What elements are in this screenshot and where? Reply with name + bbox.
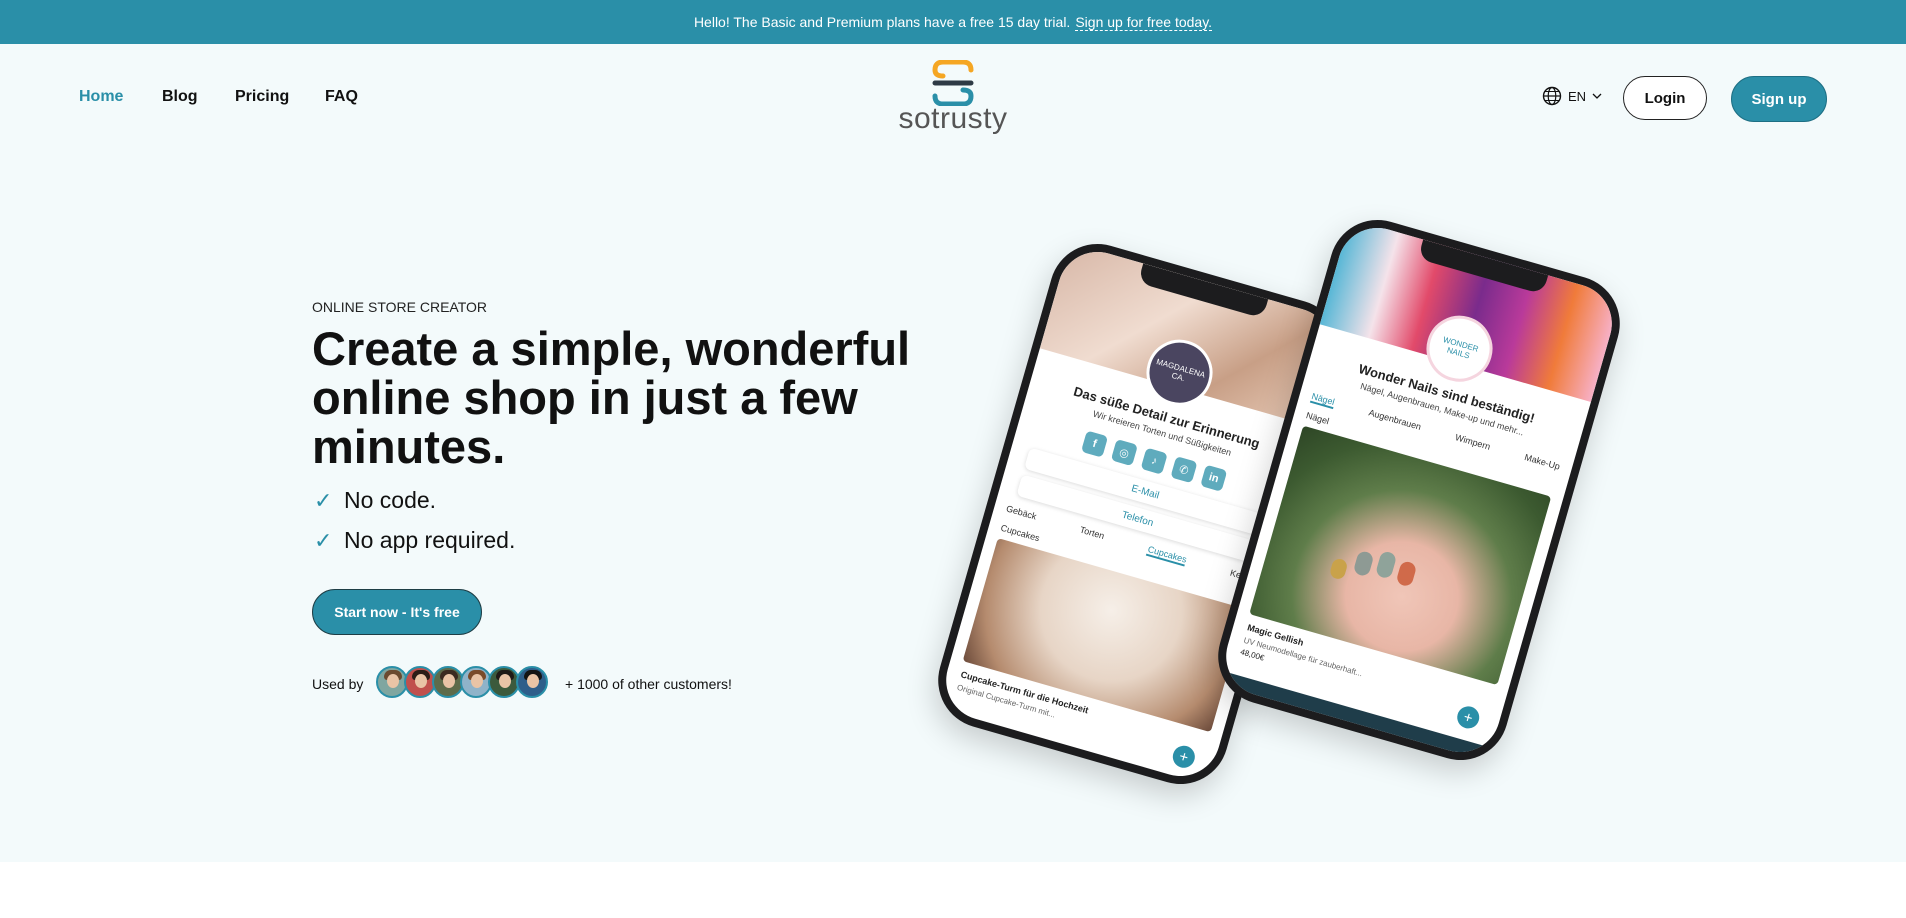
nav-blog[interactable]: Blog [162,88,198,106]
checkmark-icon: ✓ [314,527,333,553]
language-selector[interactable]: EN [1542,86,1602,106]
tab-gebaeck[interactable]: Gebäck [1005,503,1038,523]
language-label: EN [1568,88,1587,104]
section-title: Nägel [1304,410,1331,427]
add-to-cart-icon[interactable]: + [1454,703,1482,731]
whatsapp-icon[interactable]: ✆ [1170,456,1198,484]
feature-text: No code. [344,487,437,513]
nav-faq[interactable]: FAQ [325,88,358,106]
signup-button[interactable]: Sign up [1731,76,1827,122]
login-button[interactable]: Login [1623,76,1707,120]
feature-item: ✓ No code. [314,487,436,514]
used-by-label: Used by [312,676,364,692]
nail-swatch [1374,550,1398,580]
nail-swatch [1352,549,1375,578]
nav-home[interactable]: Home [79,88,123,106]
hero-section [0,44,1906,862]
nav-pricing[interactable]: Pricing [235,88,289,106]
nail-swatch [1328,557,1349,581]
feature-text: No app required. [344,527,516,553]
logo-mark-icon [932,59,974,107]
facebook-icon[interactable]: f [1080,430,1109,458]
feature-item: ✓ No app required. [314,527,515,554]
logo[interactable]: sotrusty [895,59,1011,136]
promo-banner: Hello! The Basic and Premium plans have … [0,0,1906,44]
avatar [516,666,548,698]
hero-eyebrow: ONLINE STORE CREATOR [312,299,488,315]
chevron-down-icon [1592,93,1602,99]
promo-text: Hello! The Basic and Premium plans have … [693,14,1071,30]
tiktok-icon[interactable]: ♪ [1140,447,1168,475]
nails-product-image[interactable] [1249,425,1552,686]
tab-naegel[interactable]: Nägel [1309,390,1336,410]
linkedin-icon[interactable]: in [1200,464,1228,492]
nail-swatch [1395,560,1418,588]
tab-augenbrauen[interactable]: Augenbrauen [1367,407,1423,433]
customers-count: + 1000 of other customers! [565,676,732,692]
start-now-button[interactable]: Start now - It's free [312,589,482,635]
promo-signup-link[interactable]: Sign up for free today. [1075,14,1213,31]
hero-headline: Create a simple, wonderful online shop i… [312,322,911,473]
tab-wimpern[interactable]: Wimpern [1454,432,1491,453]
logo-text: sotrusty [898,102,1008,135]
checkmark-icon: ✓ [314,487,333,513]
add-to-cart-icon[interactable]: + [1170,743,1198,771]
globe-icon [1542,86,1562,106]
tab-cupcakes[interactable]: Cupcakes [1146,544,1188,567]
instagram-icon[interactable]: ◎ [1110,438,1138,467]
tab-torten[interactable]: Torten [1078,525,1106,543]
tab-make-up[interactable]: Make-Up [1523,452,1561,474]
